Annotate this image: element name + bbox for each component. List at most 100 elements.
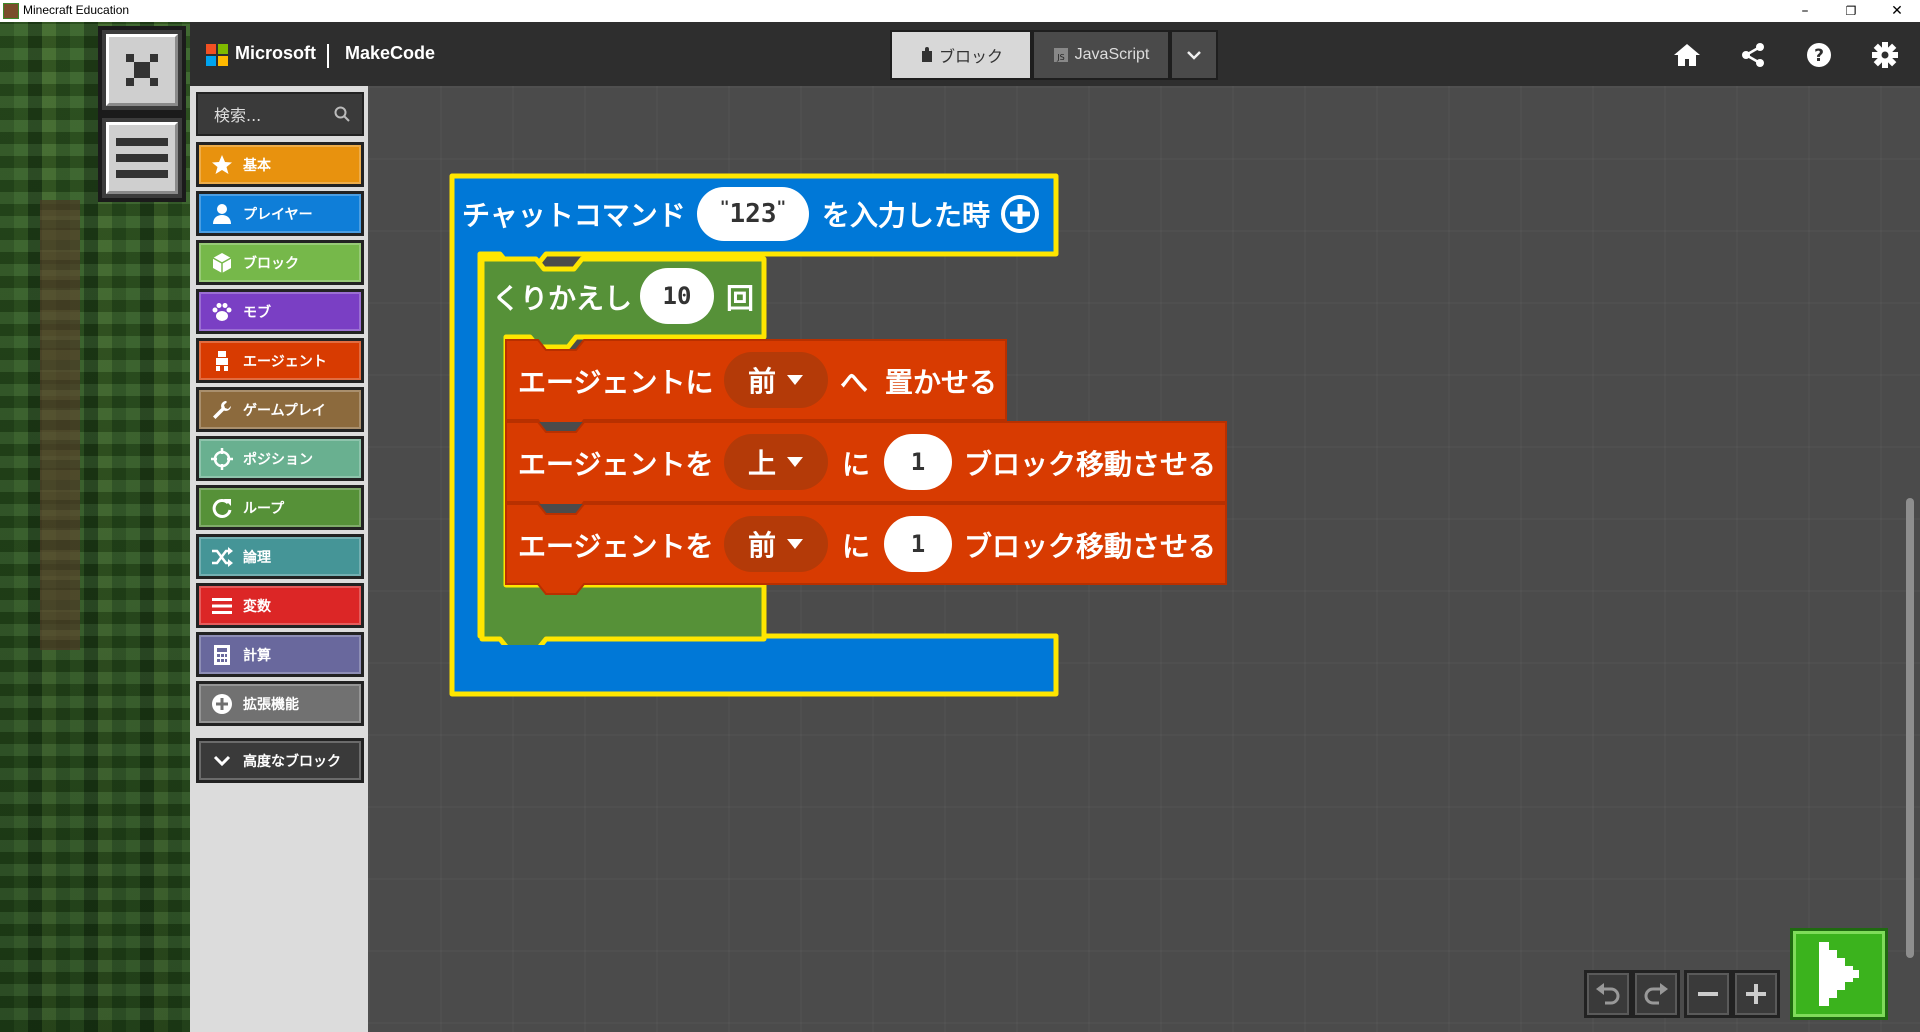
agent-place-label: エージェントに (518, 366, 714, 399)
crosshair-icon (211, 447, 233, 470)
move-suffix: ブロック移動させる (964, 448, 1217, 481)
category-logic[interactable]: 論理 (196, 534, 364, 579)
move-direction-dropdown[interactable]: 上 (724, 434, 828, 490)
category-gameplay[interactable]: ゲームプレイ (196, 387, 364, 432)
category-variables[interactable]: 変数 (196, 583, 364, 628)
chevron-down-icon (213, 755, 231, 766)
repeat-count-input[interactable]: 10 (640, 268, 714, 324)
loop-icon (212, 498, 232, 518)
menu-button[interactable] (98, 114, 186, 202)
tree-trunk-background (40, 200, 80, 650)
category-label: 変数 (243, 598, 271, 615)
category-mobs[interactable]: モブ (196, 289, 364, 334)
place-suffix: 置かせる (885, 366, 998, 399)
place-direction-value: 前 (747, 365, 776, 398)
move-mid-label: に (842, 448, 871, 481)
move-suffix: ブロック移動させる (964, 530, 1217, 563)
advanced-blocks-label: 高度なブロック (243, 753, 341, 770)
minimize-button[interactable]: – (1782, 0, 1828, 22)
home-button[interactable] (1672, 40, 1702, 70)
chat-command-label: チャットコマンド (462, 199, 686, 232)
category-label: ゲームプレイ (243, 402, 326, 419)
plus-icon (1746, 984, 1766, 1004)
javascript-editor-toggle[interactable]: JS JavaScript (1032, 30, 1170, 80)
cube-icon (212, 252, 232, 273)
redo-icon (1644, 983, 1668, 1005)
close-quote: " (776, 196, 787, 216)
category-basic[interactable]: 基本 (196, 142, 364, 187)
repeat-suffix: 回 (726, 282, 755, 315)
category-label: ポジション (243, 451, 313, 468)
move-direction-dropdown[interactable]: 前 (724, 516, 828, 572)
window-titlebar (0, 0, 1920, 22)
js-file-icon: JS (1053, 48, 1068, 62)
plus-circle-icon (1001, 195, 1039, 233)
category-label: 論理 (243, 549, 271, 566)
list-icon (212, 597, 232, 614)
share-icon (1742, 43, 1764, 67)
editor-dropdown-button[interactable] (1170, 30, 1218, 80)
minus-icon (1698, 992, 1718, 996)
close-window-button[interactable]: ✕ (1874, 0, 1920, 22)
zoom-in-button[interactable] (1732, 970, 1780, 1018)
blocks-editor-toggle[interactable]: ブロック (890, 30, 1032, 80)
share-button[interactable] (1738, 40, 1768, 70)
undo-button[interactable] (1584, 970, 1632, 1018)
help-button[interactable]: ? (1804, 40, 1834, 70)
search-placeholder: 検索... (214, 106, 262, 125)
move-amount-input[interactable]: 1 (884, 434, 952, 490)
help-icon: ? (1807, 43, 1831, 67)
command-value: 123 (729, 199, 777, 229)
category-extensions[interactable]: 拡張機能 (196, 681, 364, 726)
add-parameter-button[interactable] (1000, 194, 1040, 238)
play-icon (1819, 942, 1859, 1006)
category-positions[interactable]: ポジション (196, 436, 364, 481)
category-blocks[interactable]: ブロック (196, 240, 364, 285)
category-label: モブ (243, 304, 271, 321)
command-input[interactable]: " 123 " (697, 187, 809, 241)
gear-icon (1872, 42, 1898, 68)
move-amount-input[interactable]: 1 (884, 516, 952, 572)
workspace-vertical-scrollbar[interactable] (1906, 498, 1914, 958)
advanced-blocks-toggle[interactable]: 高度なブロック (196, 738, 364, 783)
place-direction-dropdown[interactable]: 前 (724, 352, 828, 408)
restore-button[interactable]: ❐ (1828, 0, 1874, 22)
move-mid-label: に (842, 530, 871, 563)
repeat-label: くりかえし (492, 282, 633, 315)
redo-button[interactable] (1632, 970, 1680, 1018)
category-label: 計算 (243, 647, 271, 664)
hamburger-icon (116, 138, 168, 178)
zoom-out-button[interactable] (1684, 970, 1732, 1018)
category-math[interactable]: 計算 (196, 632, 364, 677)
agent-move-label: エージェントを (518, 448, 714, 481)
plus-circle-icon (212, 693, 232, 714)
js-toggle-label: JavaScript (1074, 46, 1150, 63)
blocks-toggle-label: ブロック (938, 47, 1003, 66)
move-direction-value: 前 (747, 529, 776, 562)
category-label: プレイヤー (243, 206, 313, 223)
shuffle-icon (212, 546, 233, 567)
wrench-icon (213, 400, 231, 419)
header-divider (327, 44, 329, 68)
window-title: Minecraft Education (23, 3, 130, 17)
close-code-builder-button[interactable] (98, 26, 186, 114)
place-mid-label: へ (840, 366, 869, 399)
category-label: 拡張機能 (243, 696, 299, 713)
category-label: 基本 (243, 157, 271, 174)
svg-text:JS: JS (1056, 53, 1064, 62)
chevron-down-icon (1187, 51, 1201, 60)
category-loops[interactable]: ループ (196, 485, 364, 530)
settings-button[interactable] (1870, 40, 1900, 70)
agent-move-label: エージェントを (518, 530, 714, 563)
category-agent[interactable]: エージェント (196, 338, 364, 383)
category-label: エージェント (243, 353, 327, 370)
product-label: MakeCode (345, 43, 436, 63)
calculator-icon (214, 644, 230, 665)
brand-label: Microsoft (235, 43, 316, 63)
dropdown-arrow-icon (787, 457, 803, 467)
category-player[interactable]: プレイヤー (196, 191, 364, 236)
toolbox-search-input[interactable]: 検索... (196, 92, 364, 136)
puzzle-icon (921, 47, 932, 62)
move-direction-value: 上 (747, 447, 776, 480)
run-code-button[interactable] (1790, 928, 1888, 1020)
